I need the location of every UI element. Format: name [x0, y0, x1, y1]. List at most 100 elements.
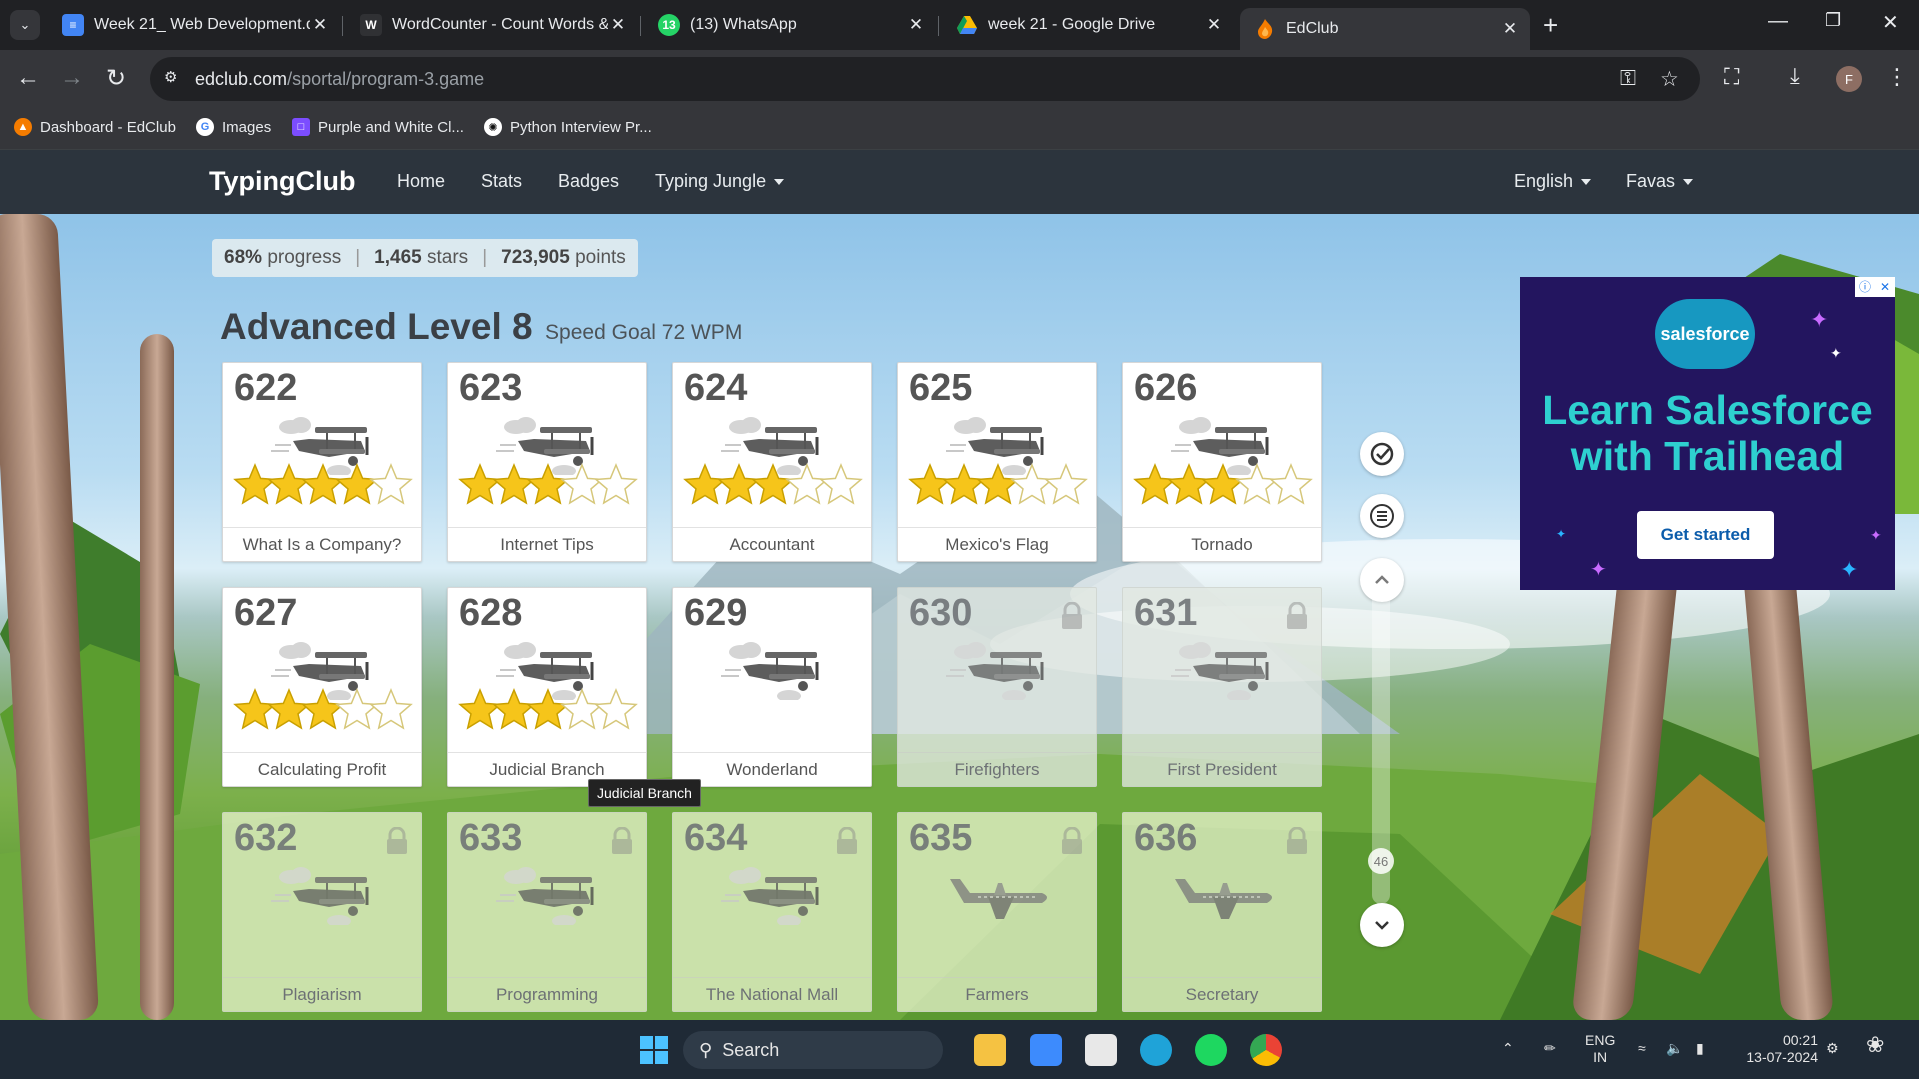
lesson-card-627[interactable]: 627 Calculating Profit: [222, 587, 422, 787]
bookmark-dashboard[interactable]: ▲ Dashboard - EdClub: [14, 118, 176, 136]
star-icon: [458, 463, 502, 505]
level-title: Advanced Level 8: [220, 306, 533, 347]
star-icon: [335, 463, 379, 505]
new-tab-icon[interactable]: +: [1543, 10, 1558, 41]
lock-icon: [1060, 601, 1084, 635]
extensions-icon[interactable]: ⛶: [1724, 64, 1739, 90]
forward-icon[interactable]: →: [60, 64, 84, 92]
tab-edclub[interactable]: EdClub ✕: [1240, 8, 1530, 50]
nav-typing-jungle[interactable]: Typing Jungle: [655, 171, 785, 192]
bookmark-purple-white[interactable]: □ Purple and White Cl...: [292, 118, 464, 136]
address-bar[interactable]: ⚙ edclub.com/sportal/program-3.game ⚿ ☆: [150, 57, 1700, 101]
download-icon[interactable]: ⤓: [1790, 63, 1800, 89]
tray-chevron-up-icon[interactable]: ⌃: [1502, 1040, 1514, 1057]
tab-close-icon[interactable]: ✕: [906, 15, 926, 35]
windows-taskbar: ⚲ Search ⌃ ✏ ENG IN ≈ 🔈 ▮ 00:21 13-07-20…: [0, 1020, 1919, 1079]
tab-title: WordCounter - Count Words &: [392, 16, 608, 33]
scroll-down-button[interactable]: [1360, 903, 1404, 947]
tab-google-drive[interactable]: week 21 - Google Drive ✕: [942, 8, 1234, 42]
biplane-icon: [719, 640, 829, 705]
nav-stats[interactable]: Stats: [481, 171, 522, 192]
lesson-card-625[interactable]: 625 Mexico's Flag: [897, 362, 1097, 562]
lesson-card-622[interactable]: 622 What Is a Company?: [222, 362, 422, 562]
reload-icon[interactable]: ↻: [106, 64, 126, 93]
lesson-card-626[interactable]: 626 Tornado: [1122, 362, 1322, 562]
sparkle-icon: ✦: [1556, 527, 1567, 541]
bookmark-python-interview[interactable]: ✺ Python Interview Pr...: [484, 118, 652, 136]
user-dropdown[interactable]: Favas: [1626, 171, 1694, 192]
lesson-number: 635: [909, 817, 973, 859]
notifications-icon[interactable]: ⚙: [1826, 1040, 1839, 1057]
lesson-number: 629: [684, 592, 748, 634]
password-key-icon[interactable]: ⚿: [1620, 67, 1636, 91]
file-explorer-icon[interactable]: [974, 1034, 1006, 1066]
profile-avatar[interactable]: F: [1836, 66, 1862, 92]
lesson-card-628[interactable]: 628 Judicial Branch: [447, 587, 647, 787]
nav-badges[interactable]: Badges: [558, 171, 619, 192]
tab-title: Week 21_ Web Development.do: [94, 16, 310, 33]
clock[interactable]: 00:21 13-07-2024: [1730, 1032, 1818, 1066]
divider: |: [482, 247, 488, 268]
lesson-number: 630: [909, 592, 973, 634]
myhp-icon[interactable]: [1030, 1034, 1062, 1066]
tab-week21-doc[interactable]: ≡ Week 21_ Web Development.do ✕: [48, 8, 340, 42]
volume-icon[interactable]: 🔈: [1666, 1040, 1683, 1057]
lesson-card-634: 634 The National Mall: [672, 812, 872, 1012]
canva-icon: □: [292, 118, 310, 136]
lesson-name: Tornado: [1123, 527, 1321, 561]
lesson-card-623[interactable]: 623 Internet Tips: [447, 362, 647, 562]
back-icon[interactable]: ←: [16, 64, 40, 92]
tab-wordcounter[interactable]: W WordCounter - Count Words & ✕: [346, 8, 638, 42]
star-icon: [1010, 463, 1054, 505]
ad-close-icon[interactable]: ✕: [1875, 277, 1895, 297]
taskbar-search[interactable]: ⚲ Search: [683, 1031, 943, 1069]
tab-close-icon[interactable]: ✕: [1204, 15, 1224, 35]
nav-home[interactable]: Home: [397, 171, 445, 192]
lesson-card-629[interactable]: 629 Wonderland: [672, 587, 872, 787]
nav-label: Typing Jungle: [655, 171, 767, 191]
get-started-button[interactable]: Get started: [1637, 511, 1774, 559]
url-text[interactable]: edclub.com/sportal/program-3.game: [195, 69, 484, 90]
bookmark-images[interactable]: G Images: [196, 118, 271, 136]
tray-meet-icon[interactable]: ✏: [1544, 1040, 1556, 1057]
ad-info-icon[interactable]: ⓘ: [1855, 277, 1875, 297]
ad-headline-line1: Learn Salesforce: [1542, 387, 1873, 433]
language-indicator[interactable]: ENG IN: [1585, 1032, 1615, 1066]
copilot-icon[interactable]: ❀: [1866, 1034, 1884, 1056]
lesson-card-624[interactable]: 624 Accountant: [672, 362, 872, 562]
star-icon: [301, 463, 345, 505]
biplane-icon: [494, 865, 604, 930]
tab-close-icon[interactable]: ✕: [608, 15, 628, 35]
menu-list-button[interactable]: [1360, 494, 1404, 538]
star-rating: [233, 688, 413, 737]
edge-icon[interactable]: [1140, 1034, 1172, 1066]
spotify-icon[interactable]: [1195, 1034, 1227, 1066]
star-icon: [594, 688, 638, 730]
star-icon: [458, 688, 502, 730]
lesson-number: 623: [459, 367, 523, 409]
tab-search-button[interactable]: ⌄: [10, 10, 40, 40]
typingclub-logo[interactable]: TypingClub: [209, 166, 355, 197]
check-progress-button[interactable]: [1360, 432, 1404, 476]
star-icon: [560, 688, 604, 730]
microsoft-store-icon[interactable]: [1085, 1034, 1117, 1066]
star-icon: [819, 463, 863, 505]
salesforce-ad[interactable]: salesforce Learn Salesforce with Trailhe…: [1520, 277, 1895, 590]
battery-icon[interactable]: ▮: [1696, 1040, 1704, 1057]
lesson-name: The National Mall: [673, 977, 871, 1011]
site-info-icon[interactable]: ⚙: [164, 68, 184, 88]
windows-start-icon[interactable]: [638, 1034, 670, 1066]
language-dropdown[interactable]: English: [1514, 171, 1592, 192]
bookmark-star-icon[interactable]: ☆: [1660, 67, 1679, 92]
window-close-icon[interactable]: ✕: [1882, 10, 1899, 35]
tab-close-icon[interactable]: ✕: [1500, 19, 1520, 39]
menu-kebab-icon[interactable]: ⋮: [1886, 64, 1908, 90]
ad-choices[interactable]: ⓘ ✕: [1855, 277, 1895, 297]
chrome-icon[interactable]: [1250, 1034, 1282, 1066]
wifi-icon[interactable]: ≈: [1638, 1040, 1646, 1057]
restore-icon[interactable]: ❐: [1825, 10, 1841, 31]
minimize-icon[interactable]: —: [1768, 10, 1788, 33]
tab-close-icon[interactable]: ✕: [310, 15, 330, 35]
scroll-position-indicator[interactable]: 46: [1368, 848, 1394, 874]
tab-whatsapp[interactable]: 13 (13) WhatsApp ✕: [644, 8, 936, 42]
